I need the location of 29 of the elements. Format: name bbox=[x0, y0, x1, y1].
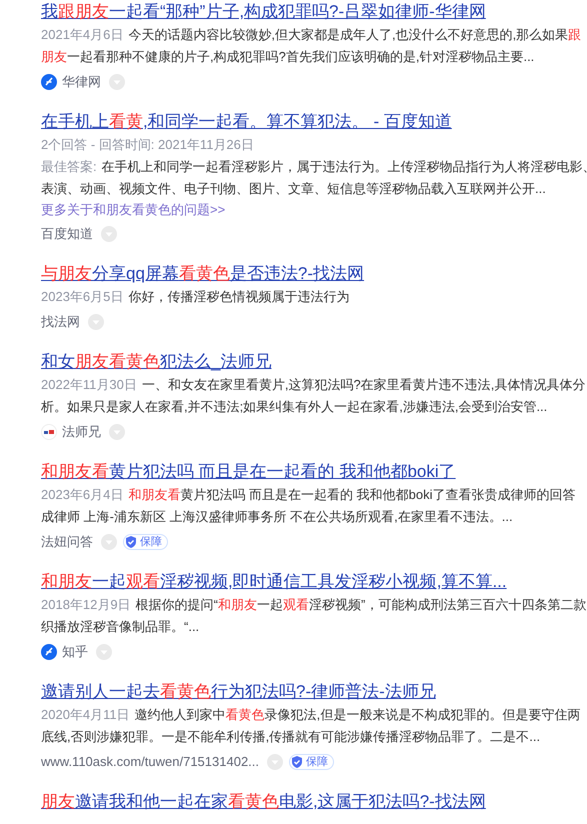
source-name[interactable]: www.110ask.com/tuwen/715131402... bbox=[41, 752, 260, 772]
source-name[interactable]: 找法网 bbox=[41, 312, 80, 332]
source-name[interactable]: 华律网 bbox=[62, 72, 101, 92]
snippet-line: 析。如果只是家人在家看,并不违法;如果纠集有外人一起在家看,涉嫌违法,会受到治安管... bbox=[41, 398, 548, 416]
snippet-line: 2018年12月9日 根据你的提问“和朋友一起观看淫秽视频”，可能构成刑法第三百六十四条第二款 bbox=[41, 596, 586, 614]
source-name[interactable]: 知乎 bbox=[62, 642, 88, 662]
answer-info: 2个回答 - 回答时间: 2021年11月26日 bbox=[41, 136, 254, 154]
source-name[interactable]: 法师兄 bbox=[62, 422, 101, 442]
snippet-line: 表演、动画、视频文件、电子刊物、图片、文章、短信息等淫秽物品载入互联网并公开... bbox=[41, 180, 546, 198]
snippet-line: 2021年4月6日 今天的话题内容比较微妙,但大家都是成年人了,也没什么不好意思的,那么如果跟 bbox=[41, 26, 582, 44]
site-logo-icon bbox=[41, 74, 57, 90]
snippet-line: 朋友一起看那种不健康的片子,构成犯罪吗?首先我们应该明确的是,针对淫秽物品主要... bbox=[41, 48, 534, 66]
site-logo-icon bbox=[41, 424, 57, 440]
snippet-line: 2023年6月4日 和朋友看黄片犯法吗 而且是在一起看的 我和他都boki了查看张贵成律师的回答 bbox=[41, 486, 576, 504]
snippet-line: 2023年6月5日 你好，传播淫秽色情视频属于违法行为 bbox=[41, 288, 350, 306]
snippet-line: 最佳答案: 在手机上和同学一起看淫秽影片，属于违法行为。上传淫秽物品指行为人将淫秽电影、 bbox=[41, 158, 587, 176]
snippet-line: 成律师 上海-浦东新区 上海汉盛律师事务所 不在公共场所观看,在家里看不违法。... bbox=[41, 508, 513, 526]
source-name[interactable]: 百度知道 bbox=[41, 224, 93, 244]
snippet-line: 底线,否则涉嫌犯罪。一是不能牟利传播,传播就有可能涉嫌传播淫秽物品罪了。二是不... bbox=[41, 728, 540, 746]
guarantee-badge[interactable]: 保障 bbox=[289, 754, 334, 770]
shield-check-icon bbox=[124, 535, 138, 549]
source-name[interactable]: 法妞问答 bbox=[41, 532, 93, 552]
snippet-line: 2020年4月11日 邀约他人到家中看黄色录像犯法,但是一般来说是不构成犯罪的。但是要守住两 bbox=[41, 706, 580, 724]
shield-check-icon bbox=[290, 755, 304, 769]
more-questions-link[interactable]: 更多关于和朋友看黄色的问题>> bbox=[41, 200, 226, 220]
guarantee-badge[interactable]: 保障 bbox=[123, 534, 168, 550]
site-logo-icon bbox=[41, 644, 57, 660]
snippet-line: 2022年11月30日 一、和女友在家里看黄片,这算犯法吗?在家里看黄片违不违法,具体情况具体分 bbox=[41, 376, 586, 394]
snippet-line: 织播放淫秽音像制品罪。“... bbox=[41, 618, 200, 636]
